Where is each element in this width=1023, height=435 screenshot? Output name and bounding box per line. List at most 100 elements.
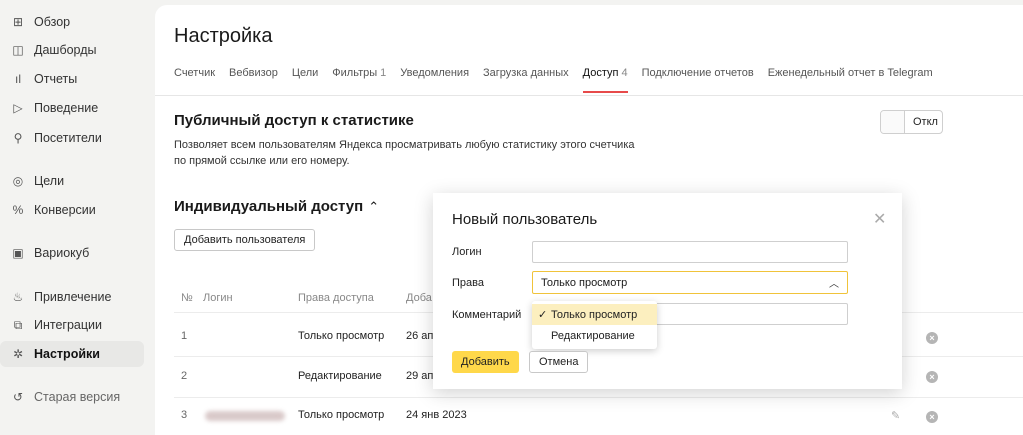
tab-label: Вебвизор [229,67,278,79]
tab-counter[interactable]: Счетчик [174,67,215,93]
rights-dropdown: ✓ Только просмотр Редактирование [532,301,657,349]
sidebar-item-settings[interactable]: ✲ Настройки [0,341,144,367]
sidebar-item-label: Обзор [34,15,71,29]
public-access-toggle[interactable]: Откл [880,110,943,134]
puzzle-icon: ⧉ [13,317,23,332]
sidebar-item-goals[interactable]: ◎ Цели [0,168,144,194]
individual-access-title[interactable]: Индивидуальный доступ ⌃ [174,198,379,215]
row-num: 3 [181,409,188,421]
column-header-date: Доба [406,292,432,304]
tab-label: Уведомления [400,67,470,79]
reports-icon: ıl [15,72,21,86]
tab-label: Цели [291,67,319,79]
sidebar-item-label: Вариокуб [34,246,90,260]
sidebar-item-dashboards[interactable]: ◫ Дашборды [0,37,144,63]
public-access-description: Позволяет всем пользователям Яндекса про… [174,139,635,167]
sidebar-item-variocube[interactable]: ▣ Вариокуб [0,240,144,266]
login-input[interactable] [532,241,848,263]
sidebar-item-label: Дашборды [34,43,97,57]
grid-icon: ⊞ [12,15,24,29]
tab-label: Еженедельный отчет в Telegram [767,67,933,79]
sidebar-item-behavior[interactable]: ▷ Поведение [0,95,144,121]
toggle-knob [881,111,905,133]
comment-label: Комментарий [452,309,522,321]
delete-icon[interactable]: × [926,332,938,344]
row-date: 24 янв 2023 [406,409,467,421]
tab-label: Доступ [582,67,619,79]
row-date: 29 ап [406,370,434,382]
row-num: 1 [181,330,188,342]
row-rights: Редактирование [298,370,382,382]
sidebar-item-label: Посетители [34,131,102,145]
new-user-dialog: Новый пользователь ✕ Логин Права Только … [433,193,902,389]
chevron-up-icon: ︿ [829,279,839,290]
tab-label: Подключение отчетов [641,67,754,79]
row-rights: Только просмотр [298,330,385,342]
tab-count: 4 [621,67,628,79]
close-icon[interactable]: ✕ [873,209,886,229]
tab-notifications[interactable]: Уведомления [400,67,469,93]
row-rights: Только просмотр [298,409,385,421]
login-label: Логин [452,246,482,258]
cancel-button[interactable]: Отмена [529,351,589,373]
tab-label: Фильтры [332,67,378,79]
tab-label: Счетчик [174,67,216,79]
tabs: Счетчик Вебвизор Цели Фильтры 1 Уведомлен… [174,67,947,93]
rights-select-value: Только просмотр [541,276,628,289]
sidebar-item-reports[interactable]: ıl Отчеты [0,66,144,92]
tab-filters[interactable]: Фильтры 1 [332,67,386,93]
sidebar-item-overview[interactable]: ⊞ Обзор [0,9,144,35]
page-title: Настройка [174,25,273,47]
option-edit[interactable]: Редактирование [532,325,657,346]
rights-select[interactable]: Только просмотр ︿ [532,271,848,294]
gear-icon: ✲ [12,347,24,361]
sidebar-item-old-version[interactable]: ↺ Старая версия [0,384,144,410]
option-label: Редактирование [551,329,635,342]
tabs-divider [155,95,1023,96]
row-date: 26 ап [406,330,434,342]
sidebar-item-label: Цели [34,174,65,188]
sidebar-item-label: Старая версия [34,390,121,404]
option-view-only[interactable]: ✓ Только просмотр [532,304,657,325]
individual-access-label: Индивидуальный доступ [174,198,364,215]
delete-icon[interactable]: × [926,371,938,383]
tab-goals[interactable]: Цели [292,67,318,93]
sidebar-item-label: Поведение [34,101,99,115]
dialog-title: Новый пользователь [452,211,598,228]
sidebar-item-acquisition[interactable]: ♨ Привлечение [0,284,144,310]
tab-report-connection[interactable]: Подключение отчетов [642,67,754,93]
sidebar-item-label: Привлечение [34,290,112,304]
add-button[interactable]: Добавить [452,351,519,373]
dashboard-icon: ◫ [12,43,24,57]
table-divider [174,397,1023,398]
tab-access[interactable]: Доступ 4 [582,67,628,93]
row-num: 2 [181,370,188,382]
sidebar-item-label: Настройки [34,347,100,361]
column-header-rights: Права доступа [298,292,374,304]
play-icon: ▷ [13,101,23,115]
toggle-label: Откл [913,116,938,128]
chevron-up-icon: ⌃ [368,198,380,214]
check-icon: ✓ [538,309,548,321]
sidebar-item-conversions[interactable]: % Конверсии [0,197,144,223]
sidebar-item-integrations[interactable]: ⧉ Интеграции [0,312,144,338]
target-icon: ◎ [12,174,24,188]
column-header-num: № [181,292,193,304]
delete-icon[interactable]: × [926,411,938,423]
tab-webvisor[interactable]: Вебвизор [229,67,278,93]
public-access-title: Публичный доступ к статистике [174,112,414,129]
add-user-button[interactable]: Добавить пользователя [174,229,316,251]
sidebar-item-label: Отчеты [34,72,78,86]
sidebar-item-visitors[interactable]: ⚲ Посетители [0,125,144,151]
sidebar-item-label: Конверсии [34,203,96,217]
edit-icon[interactable]: ✎ [891,409,900,422]
sidebar-item-label: Интеграции [34,318,103,332]
tab-telegram-report[interactable]: Еженедельный отчет в Telegram [768,67,933,93]
option-label: Только просмотр [551,308,638,321]
flame-icon: ♨ [12,290,24,304]
tab-data-upload[interactable]: Загрузка данных [483,67,569,93]
sidebar: ⊞ Обзор ◫ Дашборды ıl Отчеты ▷ Поведение… [0,0,150,435]
tab-label: Загрузка данных [483,67,569,79]
rights-label: Права [452,277,484,289]
back-icon: ↺ [12,390,24,404]
